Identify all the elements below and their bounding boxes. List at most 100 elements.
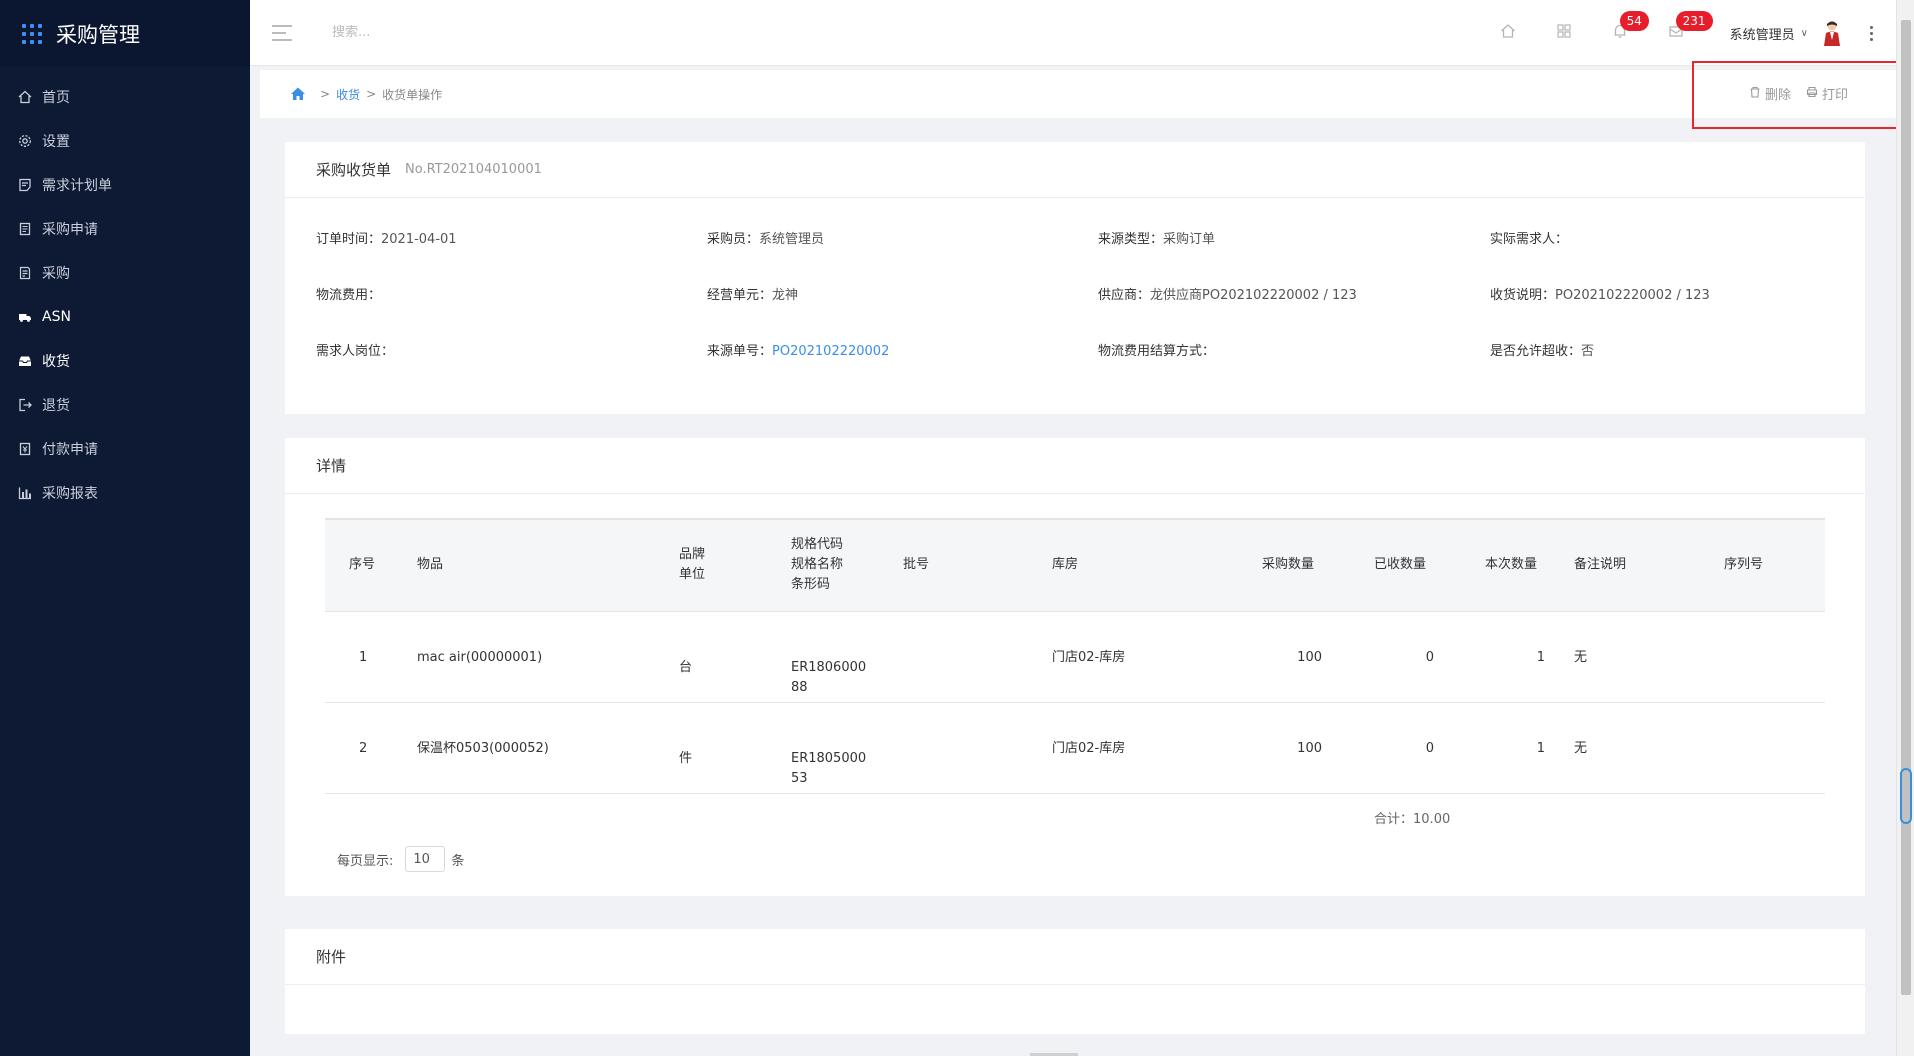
cell-received-qty: 0 [1425,650,1434,665]
scroll-knob[interactable] [1900,768,1912,824]
actual-requester-field: 实际需求人： [1490,228,1568,247]
receive-note-label: 收货说明： [1490,288,1556,303]
col-brand: 品牌 [679,547,706,562]
scrollbar-thumb[interactable] [1901,20,1911,995]
cell-current-qty: 1 [1536,741,1545,756]
sidebar-header: 采购管理 [0,0,250,67]
order-time-value: 2021-04-01 [381,232,457,247]
order-time-field: 订单时间：2021-04-01 [316,228,457,247]
table-total: 合计：10.00 [1374,808,1450,827]
cell-purchase-qty: 100 [1297,650,1322,665]
sidebar-item-purchase-request[interactable]: 采购申请 [0,207,250,251]
home-icon [1500,23,1516,43]
source-no-link[interactable]: PO202102220002 [772,344,889,359]
sidebar-item-label: 需求计划单 [42,178,112,194]
total-value: 10.00 [1413,812,1451,827]
supplier-value: 龙供应商PO202102220002 / 123 [1150,288,1357,303]
source-no-field: 来源单号：PO202102220002 [707,340,889,359]
col-spec-name: 规格名称 [791,557,844,572]
table-row: 1 mac air(00000001) 台 ER1806000 88 门店02-… [325,612,1825,703]
page-size-input[interactable] [405,846,446,872]
table-row: 2 保温杯0503(000052) 件 ER1805000 53 门店02-库房… [325,703,1825,794]
col-received-qty: 已收数量 [1374,557,1427,572]
print-button[interactable]: 打印 [1806,84,1848,103]
sidebar-item-asn[interactable]: ASN [0,295,250,339]
payment-icon [18,442,32,456]
vertical-scrollbar[interactable] [1896,0,1914,1056]
cell-remark: 无 [1574,650,1588,665]
page-size-unit: 条 [451,853,465,869]
details-card-header: 详情 [285,438,1865,494]
messages-button[interactable]: 231 [1648,0,1713,66]
apps-button[interactable] [1536,0,1592,66]
more-vertical-icon[interactable] [1856,0,1886,66]
cell-seq: 1 [359,650,368,665]
cell-item: 保温杯0503(000052) [417,741,549,756]
breadcrumb-receive-link[interactable]: 收货 [336,86,360,103]
table-header: 序号 物品 品牌 单位 规格代码 规格名称 条形码 批号 库房 采购数量 已收数… [325,518,1825,612]
receive-note-field: 收货说明：PO202102220002 / 123 [1490,284,1710,303]
order-info-card: 采购收货单 No.RT202104010001 订单时间：2021-04-01 … [285,142,1865,414]
cell-item: mac air(00000001) [417,650,543,665]
col-barcode: 条形码 [791,577,831,592]
sidebar-item-payment-request[interactable]: 付款申请 [0,427,250,471]
requester-post-field: 需求人岗位： [316,340,394,359]
cell-barcode-line1: ER1806000 [791,660,867,675]
cell-remark: 无 [1574,741,1588,756]
cell-received-qty: 0 [1425,741,1434,756]
col-warehouse: 库房 [1052,557,1079,572]
sidebar-item-demand-plan[interactable]: 需求计划单 [0,163,250,207]
buyer-value: 系统管理员 [759,232,825,247]
source-no-label: 来源单号： [707,344,773,359]
sidebar-item-label: ASN [42,309,71,325]
cell-warehouse: 门店02-库房 [1052,650,1126,665]
col-item: 物品 [417,557,444,572]
sidebar-item-purchase-report[interactable]: 采购报表 [0,471,250,515]
breadcrumb-current: 收货单操作 [382,87,443,102]
order-title: 采购收货单 [316,161,392,179]
actions-highlight-box [1692,61,1902,129]
home-icon [18,90,32,104]
details-title: 详情 [316,457,347,475]
col-current-qty: 本次数量 [1485,557,1538,572]
sidebar-item-return[interactable]: 退货 [0,383,250,427]
menu-toggle-icon[interactable] [272,24,292,41]
col-spec-code: 规格代码 [791,537,844,552]
notifications-button[interactable]: 54 [1592,0,1649,66]
sidebar-item-settings[interactable]: 设置 [0,119,250,163]
actual-requester-label: 实际需求人： [1490,232,1569,247]
home-button[interactable] [1480,0,1536,66]
user-menu[interactable]: 系统管理员 ∨ [1730,20,1842,46]
cell-barcode-line1: ER1805000 [791,751,867,766]
business-unit-field: 经营单元：龙神 [707,284,798,303]
business-unit-label: 经营单元： [707,288,773,303]
print-label: 打印 [1822,88,1849,103]
breadcrumb: > 收货 > 收货单操作 [260,70,1900,118]
sidebar-item-receive[interactable]: 收货 [0,339,250,383]
printer-icon [1806,86,1822,102]
delete-button[interactable]: 删除 [1749,84,1791,103]
search-input[interactable] [332,25,632,40]
request-icon [18,222,32,236]
col-remark: 备注说明 [1574,557,1627,572]
sidebar-item-purchase[interactable]: 采购 [0,251,250,295]
sidebar-item-label: 采购报表 [42,486,98,502]
app-title: 采购管理 [56,22,140,47]
supplier-label: 供应商： [1098,288,1151,303]
breadcrumb-home-icon[interactable] [290,86,306,102]
attachments-card: 附件 [285,929,1865,1034]
top-bar: 54 231 系统管理员 ∨ [250,0,1896,66]
cell-barcode-line2: 88 [791,680,808,695]
top-right-toolbar: 54 231 系统管理员 ∨ [1480,0,1896,66]
order-card-header: 采购收货单 No.RT202104010001 [285,142,1865,198]
sidebar-item-home[interactable]: 首页 [0,75,250,119]
cell-purchase-qty: 100 [1297,741,1322,756]
order-time-label: 订单时间： [316,232,382,247]
purchase-icon [18,266,32,280]
apps-grid-icon[interactable] [22,23,42,44]
sidebar-item-label: 退货 [42,398,70,414]
report-icon [18,486,32,500]
cell-warehouse: 门店02-库房 [1052,741,1126,756]
requester-post-label: 需求人岗位： [316,344,395,359]
return-icon [18,398,32,412]
